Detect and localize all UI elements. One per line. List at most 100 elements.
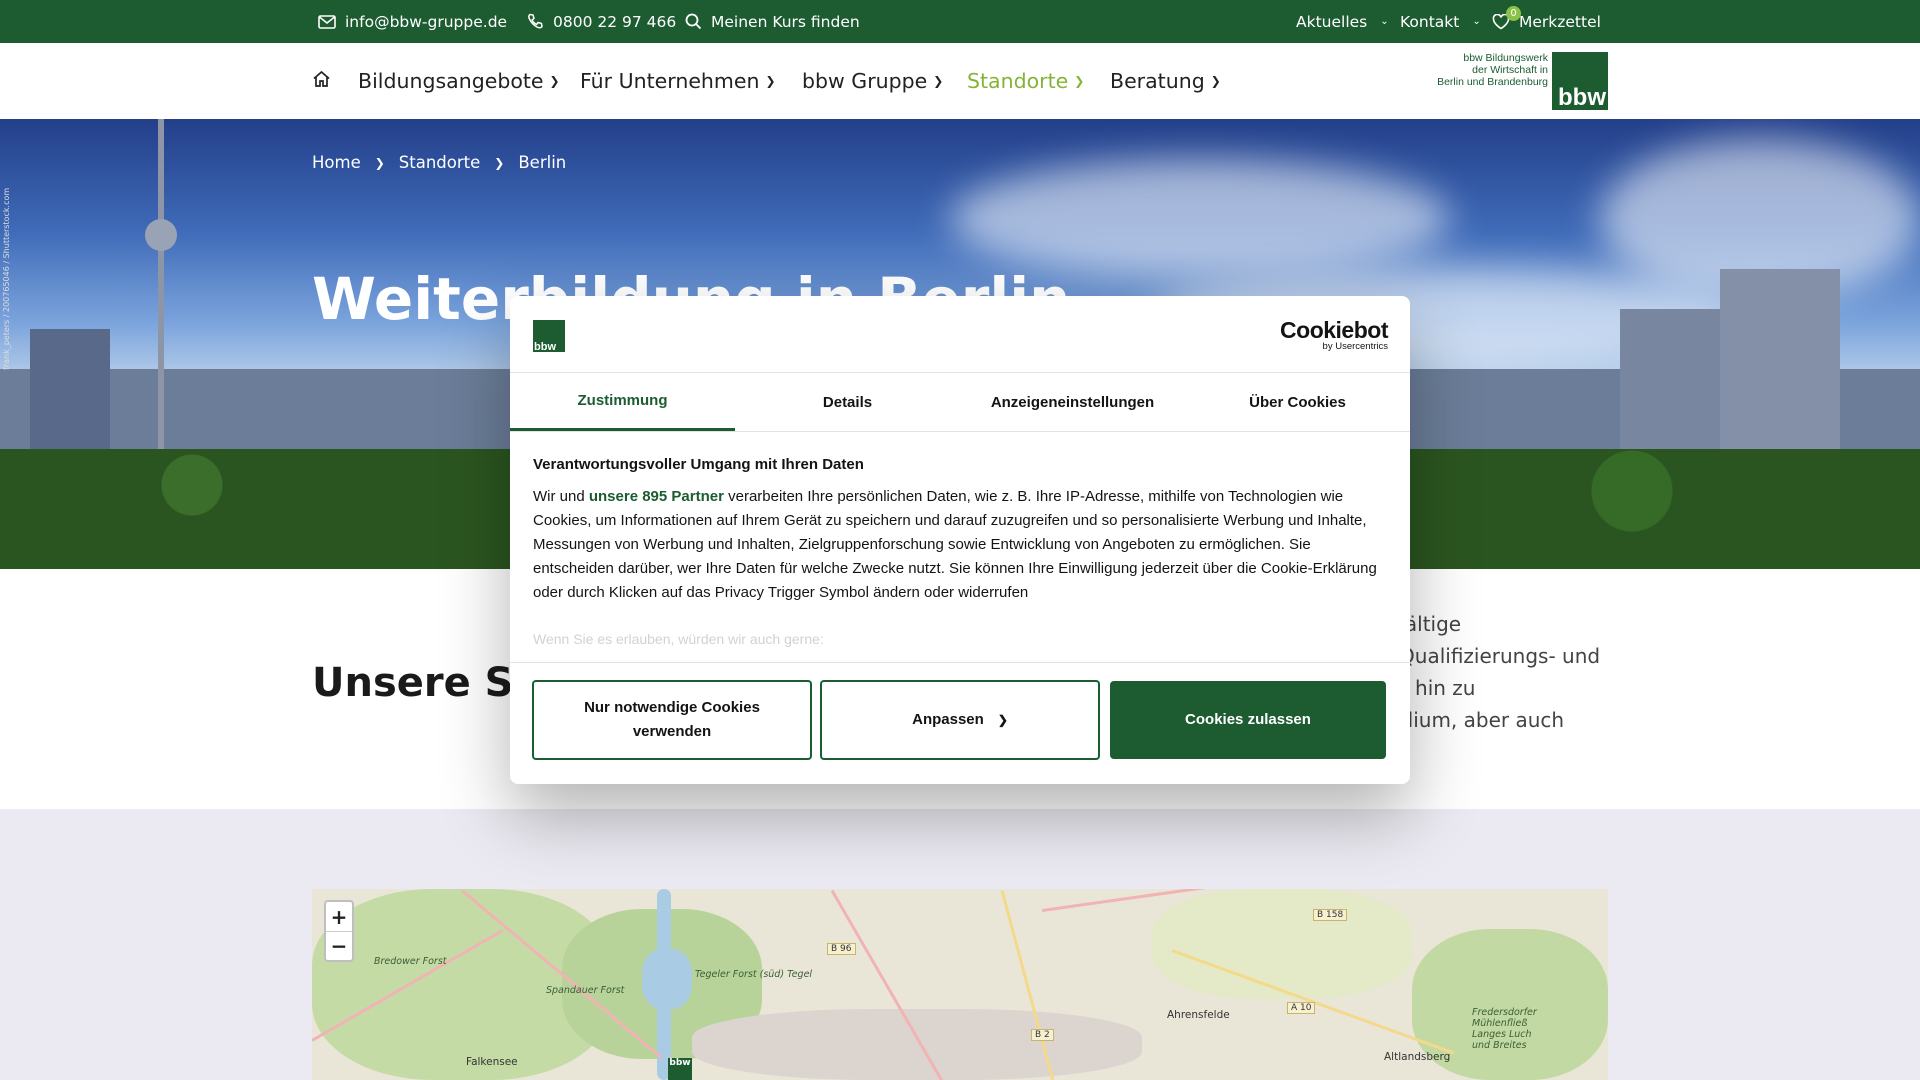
road-shield: B 96 [827, 943, 856, 955]
tv-tower-sphere [145, 219, 177, 251]
home-link[interactable] [312, 43, 331, 119]
nav-label: Standorte [967, 69, 1069, 93]
locations-map[interactable]: Bredower Forst Falkensee Spandauer Forst… [312, 889, 1608, 1080]
chevron-down-icon: ❯ [1074, 74, 1085, 88]
map-location-marker[interactable]: bbw [668, 1058, 692, 1080]
tab-details[interactable]: Details [735, 373, 960, 431]
map-label: Falkensee [466, 1056, 518, 1068]
section-intro: elfältige n Qualifizierungs- und bis hin… [1380, 612, 1601, 732]
logo-line: der Wirtschaft in [1472, 64, 1548, 76]
home-icon [312, 69, 331, 93]
map-label: Bredower Forst [374, 956, 447, 967]
course-search-text: Meinen Kurs finden [711, 12, 860, 31]
phone-link[interactable]: 0800 22 97 466 [527, 0, 676, 43]
aktuelles-label: Aktuelles [1296, 12, 1368, 31]
map-field [1152, 889, 1412, 999]
email-text: info@bbw-gruppe.de [345, 12, 508, 31]
breadcrumb-home[interactable]: Home [312, 153, 361, 172]
zoom-in-button[interactable]: + [326, 902, 352, 931]
map-label: Tegeler Forst (süd) Tegel [695, 969, 813, 980]
breadcrumb-berlin: Berlin [518, 153, 567, 172]
nav-label: Bildungsangebote [358, 69, 544, 93]
logo-mark-text: bbw [1558, 84, 1606, 111]
button-label: Anpassen [912, 711, 984, 728]
cookiebot-byline: by Usercentrics [1322, 341, 1388, 352]
chevron-right-icon: ❯ [997, 713, 1008, 727]
map-label: Ahrensfelde [1167, 1009, 1230, 1021]
map-label: Spandauer Forst [546, 985, 625, 996]
kontakt-label: Kontakt [1400, 12, 1460, 31]
cookie-heading: Verantwortungsvoller Umgang mit Ihren Da… [533, 456, 864, 473]
nav-fuer-unternehmen[interactable]: Für Unternehmen ❯ [580, 43, 776, 119]
nav-label: Für Unternehmen [580, 69, 760, 93]
chevron-down-icon: ⌄ [1472, 16, 1481, 27]
chevron-right-icon: ❯ [494, 155, 505, 170]
map-zoom-control: + − [324, 900, 354, 962]
nav-standorte[interactable]: Standorte ❯ [967, 43, 1084, 119]
breadcrumb-standorte[interactable]: Standorte [399, 153, 481, 172]
cookie-text-part: Wir und [533, 488, 589, 505]
cloud [950, 159, 1450, 279]
nav-beratung[interactable]: Beratung ❯ [1110, 43, 1221, 119]
logo-mark-text: bbw [534, 341, 556, 353]
email-link[interactable]: info@bbw-gruppe.de [318, 0, 507, 43]
building [1720, 269, 1840, 459]
zoom-out-button[interactable]: − [326, 931, 352, 960]
chevron-down-icon: ❯ [933, 74, 944, 88]
divider [510, 662, 1410, 663]
photo-credit: frank_peters / 200765046 / Shutterstock.… [2, 187, 11, 370]
map-label: Fredersdorfer Mühlenfließ Langes Luch un… [1472, 1007, 1537, 1051]
tv-tower [158, 119, 164, 499]
chevron-down-icon: ❯ [1210, 74, 1221, 88]
nav-label: Beratung [1110, 69, 1205, 93]
logo-text: bbw Bildungswerk der Wirtschaft in Berli… [1428, 52, 1548, 88]
allow-cookies-button[interactable]: Cookies zulassen [1110, 681, 1386, 759]
road-shield: B 158 [1313, 909, 1348, 921]
map-urban [692, 1009, 1142, 1080]
chevron-down-icon: ❯ [765, 74, 776, 88]
necessary-cookies-button[interactable]: Nur notwendige Cookies verwenden [532, 680, 812, 760]
cookie-consent-dialog: bbw Cookiebot by Usercentrics Zustimmung… [510, 296, 1410, 784]
cookiebot-brand: Cookiebot [1280, 317, 1388, 343]
nav-label: bbw Gruppe [802, 69, 928, 93]
road-shield: B 2 [1031, 1029, 1054, 1041]
cookie-body: Verantwortungsvoller Umgang mit Ihren Da… [533, 456, 1383, 605]
merkzettel-count-badge: 0 [1506, 6, 1521, 21]
chevron-down-icon: ❯ [549, 74, 560, 88]
chevron-right-icon: ❯ [374, 155, 385, 170]
logo-line: bbw Bildungswerk [1463, 52, 1548, 64]
bbw-logo[interactable]: bbw Bildungswerk der Wirtschaft in Berli… [1431, 52, 1608, 112]
phone-icon [527, 13, 544, 30]
map-lake [642, 949, 692, 1009]
breadcrumb: Home ❯ Standorte ❯ Berlin [312, 153, 566, 172]
main-navigation: Bildungsangebote ❯ Für Unternehmen ❯ bbw G… [0, 43, 1920, 119]
button-label: Cookies zulassen [1185, 711, 1311, 728]
top-bar: info@bbw-gruppe.de 0800 22 97 466 Meinen… [0, 0, 1920, 43]
logo-mark: bbw [1552, 52, 1608, 111]
course-search-link[interactable]: Meinen Kurs finden [685, 0, 860, 43]
bbw-small-logo: bbw [533, 320, 565, 353]
nav-bildungsangebote[interactable]: Bildungsangebote ❯ [358, 43, 560, 119]
road-shield: A 10 [1287, 1002, 1316, 1014]
customize-button[interactable]: Anpassen ❯ [820, 680, 1100, 760]
tab-anzeigeneinstellungen[interactable]: Anzeigeneinstellungen [960, 373, 1185, 431]
cookie-faded-text: Wenn Sie es erlauben, würden wir auch ge… [533, 631, 824, 647]
map-label: Altlandsberg [1384, 1051, 1451, 1063]
button-label: Nur notwendige Cookies verwenden [584, 699, 760, 740]
chevron-down-icon: ⌄ [1380, 16, 1389, 27]
tab-ueber-cookies[interactable]: Über Cookies [1185, 373, 1410, 431]
logo-line: Berlin und Brandenburg [1437, 76, 1548, 88]
building [30, 329, 110, 459]
aktuelles-menu[interactable]: Aktuelles ⌄ [1296, 0, 1389, 43]
phone-text: 0800 22 97 466 [553, 12, 677, 31]
merkzettel-label: Merkzettel [1519, 12, 1601, 31]
mail-icon [318, 14, 336, 29]
partner-link[interactable]: unsere 895 Partner [589, 488, 724, 505]
divider [510, 431, 1410, 432]
kontakt-menu[interactable]: Kontakt ⌄ [1400, 0, 1481, 43]
cookie-text: Wir und unsere 895 Partner verarbeiten I… [533, 485, 1383, 605]
cookiebot-logo[interactable]: Cookiebot by Usercentrics [1280, 318, 1388, 352]
search-icon [685, 13, 702, 30]
nav-bbw-gruppe[interactable]: bbw Gruppe ❯ [802, 43, 943, 119]
tab-zustimmung[interactable]: Zustimmung [510, 373, 735, 431]
